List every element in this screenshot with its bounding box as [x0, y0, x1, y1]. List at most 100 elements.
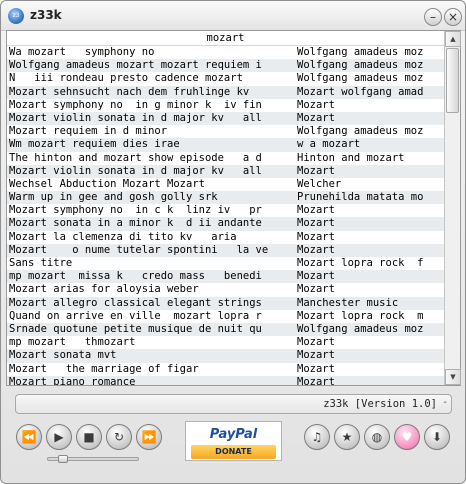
track-title: mp mozart missa k credo mass benedi	[9, 270, 262, 283]
track-artist: Mozart	[297, 217, 335, 230]
vertical-scrollbar[interactable]: ▲ ▼	[444, 31, 461, 385]
track-title: Mozart arias for aloysia weber	[9, 283, 199, 296]
track-title: Mozart la clemenza di tito kv aria	[9, 230, 237, 243]
star-icon[interactable]: ★	[334, 424, 360, 450]
track-title: Mozart violin sonata in d major kv all	[9, 111, 262, 124]
track-artist: Hinton and mozart	[297, 151, 405, 164]
table-row[interactable]: Mozart o nume tutelar spontini la ve Moza…	[7, 243, 444, 257]
track-title: Wolfgang amadeus mozart mozart requiem i	[9, 59, 262, 72]
table-row[interactable]: N iii rondeau presto cadence mozart Wolfg…	[7, 72, 444, 85]
table-row[interactable]: Mozart the marriage of figar Mozart	[7, 363, 444, 376]
track-title: Mozart requiem in d minor	[9, 125, 168, 138]
table-row[interactable]: Mozart sonata in a minor k d ii andante M…	[7, 217, 444, 231]
table-row[interactable]: Mozart arias for aloysia weber Mozart	[7, 283, 444, 296]
status-bar: z33k [Version 1.0] -	[15, 394, 452, 414]
track-title: mp mozart thmozart	[9, 336, 136, 349]
track-title: Mozart the marriage of figar	[9, 362, 199, 375]
track-title: Srnade quotune petite musique de nuit qu	[9, 322, 262, 335]
track-artist: Wolfgang amadeus moz	[297, 59, 424, 72]
scroll-down-arrow-icon[interactable]: ▼	[445, 369, 461, 385]
music-note-icon[interactable]: ♫	[304, 424, 330, 450]
track-artist: Mozart	[297, 270, 335, 283]
track-artist: Mozart	[297, 375, 335, 385]
track-artist: Prunehilda matata mo	[297, 191, 424, 204]
track-artist: Mozart	[297, 283, 335, 296]
table-row[interactable]: Quand on arrive en ville mozart lopra r M…	[7, 310, 444, 323]
table-row[interactable]: Mozart allegro classical elegant strings…	[7, 296, 444, 310]
table-row[interactable]: Mozart sonata mvt Mozart	[7, 349, 444, 363]
window-title: z33k	[30, 8, 62, 22]
track-title: The hinton and mozart show episode a d	[9, 151, 262, 164]
track-artist: Mozart lopra rock f	[297, 257, 424, 269]
track-artist: Mozart	[297, 204, 335, 217]
track-artist: Mozart	[297, 164, 335, 177]
close-button[interactable]: ×	[444, 8, 462, 26]
table-row[interactable]: Wm mozart requiem dies irae w a mozart	[7, 138, 444, 152]
track-artist: Wolfgang amadeus moz	[297, 125, 424, 138]
track-artist: Mozart	[297, 336, 335, 349]
track-title: Mozart sonata in a minor k d ii andante	[9, 217, 262, 230]
track-artist: Wolfgang amadeus moz	[297, 322, 424, 335]
track-artist: Mozart	[297, 230, 335, 243]
scroll-up-arrow-icon[interactable]: ▲	[445, 31, 461, 47]
table-row[interactable]: mp mozart missa k credo mass benedi Mozar…	[7, 270, 444, 284]
table-row[interactable]: mp mozart thmozart Mozart	[7, 336, 444, 349]
track-title: Mozart o nume tutelar spontini la ve	[9, 243, 269, 256]
table-row[interactable]: Mozart sehnsucht nach dem fruhlinge kv Mo…	[7, 85, 444, 99]
play-icon[interactable]: ▶	[46, 424, 72, 450]
track-title: Mozart sehnsucht nach dem fruhlinge kv	[9, 85, 250, 98]
track-artist: Mozart	[297, 349, 335, 362]
table-row[interactable]: Mozart requiem in d minor Wolfgang amadeu…	[7, 125, 444, 138]
track-artist: Manchester music	[297, 296, 399, 309]
search-query-header: mozart	[7, 31, 444, 46]
table-row[interactable]: The hinton and mozart show episode a d Hi…	[7, 152, 444, 165]
track-title: Mozart violin sonata in d major kv all	[9, 164, 262, 177]
fast-forward-icon[interactable]: ⏩	[136, 424, 162, 450]
track-artist: w a mozart	[297, 138, 361, 151]
table-row[interactable]: Mozart la clemenza di tito kv aria Mozart	[7, 231, 444, 244]
table-row[interactable]: Sans titre Mozart lopra rock f	[7, 257, 444, 270]
track-artist: Mozart lopra rock m	[297, 309, 424, 322]
track-title: Mozart allegro classical elegant strings	[9, 296, 262, 309]
table-row[interactable]: Mozart piano romance Mozart	[7, 375, 444, 385]
track-title: N iii rondeau presto cadence mozart	[9, 72, 243, 85]
title-bar[interactable]: z3 z33k – ×	[1, 1, 465, 31]
table-row[interactable]: Mozart symphony no in g minor k iv fin Mo…	[7, 99, 444, 112]
track-title: Mozart symphony no in g minor k iv fin	[9, 98, 262, 111]
track-title: Wa mozart symphony no	[9, 46, 155, 58]
version-text: z33k [Version 1.0]	[323, 398, 437, 410]
table-row[interactable]: Srnade quotune petite musique de nuit qu…	[7, 322, 444, 337]
scroll-thumb[interactable]	[446, 48, 459, 113]
track-artist: Wolfgang amadeus moz	[297, 46, 424, 58]
stop-icon[interactable]: ■	[76, 424, 102, 450]
download-icon[interactable]: ⬇	[424, 424, 450, 450]
track-artist: Mozart	[297, 243, 335, 256]
repeat-icon[interactable]: ↻	[106, 424, 132, 450]
track-title: Warm up in gee and gosh golly srk	[9, 191, 218, 204]
track-title: Wm mozart requiem dies irae	[9, 138, 180, 151]
status-dash: -	[443, 397, 447, 408]
table-row[interactable]: Wechsel Abduction Mozart Mozart Welcher	[7, 178, 444, 191]
track-title: Mozart symphony no in c k linz iv pr	[9, 204, 262, 217]
table-row[interactable]: Wa mozart symphony no Wolfgang amadeus mo…	[7, 46, 444, 59]
app-window: z3 z33k – × mozart Wa mozart symphony no…	[0, 0, 466, 484]
seek-slider-handle[interactable]	[58, 455, 68, 463]
track-artist: Mozart wolfgang amad	[297, 85, 424, 98]
paypal-logo: PayPal	[209, 427, 258, 442]
track-title: Quand on arrive en ville mozart lopra r	[9, 309, 262, 322]
track-artist: Welcher	[297, 177, 342, 190]
table-row[interactable]: Mozart symphony no in c k linz iv pr Moza…	[7, 204, 444, 217]
track-artist: Wolfgang amadeus moz	[297, 72, 424, 85]
app-icon: z3	[8, 8, 24, 24]
rewind-icon[interactable]: ⏪	[16, 424, 42, 450]
paypal-donate-button[interactable]: PayPal DONATE	[185, 421, 282, 461]
table-row[interactable]: Wolfgang amadeus mozart mozart requiem i…	[7, 59, 444, 73]
globe-icon[interactable]: ◍	[364, 424, 390, 450]
minimize-button[interactable]: –	[424, 8, 442, 26]
table-row[interactable]: Mozart violin sonata in d major kv all Mo…	[7, 164, 444, 178]
table-row[interactable]: Mozart violin sonata in d major kv all Mo…	[7, 111, 444, 126]
table-row[interactable]: Warm up in gee and gosh golly srk Prunehi…	[7, 191, 444, 205]
heart-icon[interactable]: ♥	[394, 424, 420, 450]
track-artist: Mozart	[297, 98, 335, 111]
track-artist: Mozart	[297, 362, 335, 375]
